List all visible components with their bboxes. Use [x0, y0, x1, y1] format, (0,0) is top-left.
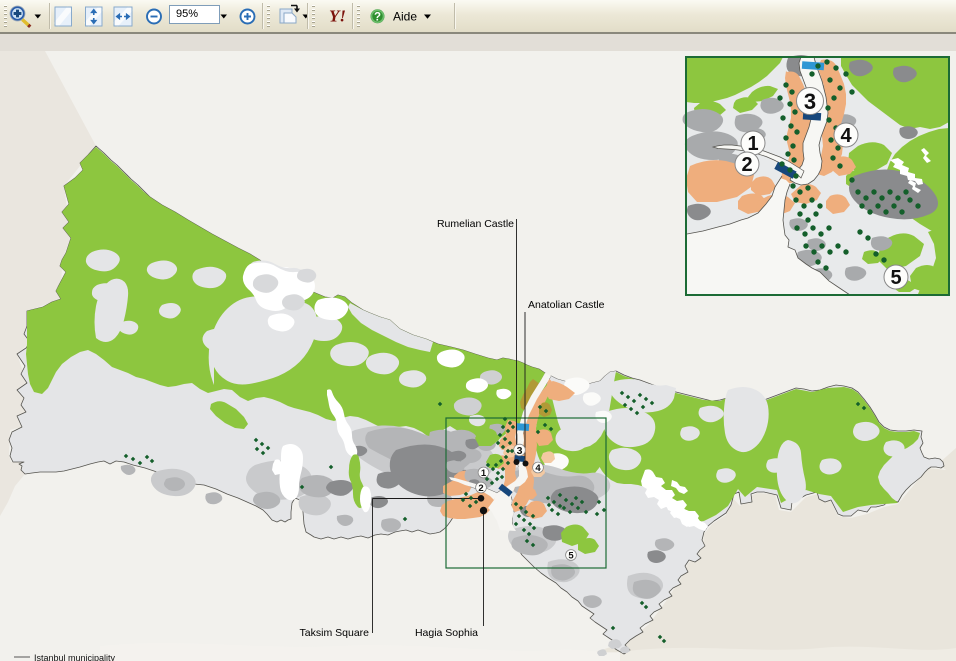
svg-text:3: 3 [517, 445, 523, 457]
svg-text:2: 2 [478, 483, 483, 494]
svg-text:Y!: Y! [329, 7, 346, 26]
svg-text:Rumelian Castle: Rumelian Castle [437, 218, 514, 230]
svg-text:4: 4 [535, 463, 541, 474]
svg-text:3: 3 [804, 89, 816, 114]
svg-text:5: 5 [568, 551, 574, 562]
svg-text:2: 2 [741, 154, 752, 176]
svg-text:4: 4 [840, 125, 852, 147]
svg-text:Anatolian Castle: Anatolian Castle [528, 299, 605, 311]
svg-text:Taksim Square: Taksim Square [300, 627, 370, 639]
svg-text:5: 5 [890, 267, 901, 289]
svg-text:Hagia Sophia: Hagia Sophia [415, 627, 478, 639]
svg-text:Istanbul municipality: Istanbul municipality [34, 653, 116, 661]
svg-text:Aide: Aide [393, 10, 417, 24]
svg-text:1: 1 [481, 468, 487, 479]
svg-text:?: ? [374, 12, 381, 24]
